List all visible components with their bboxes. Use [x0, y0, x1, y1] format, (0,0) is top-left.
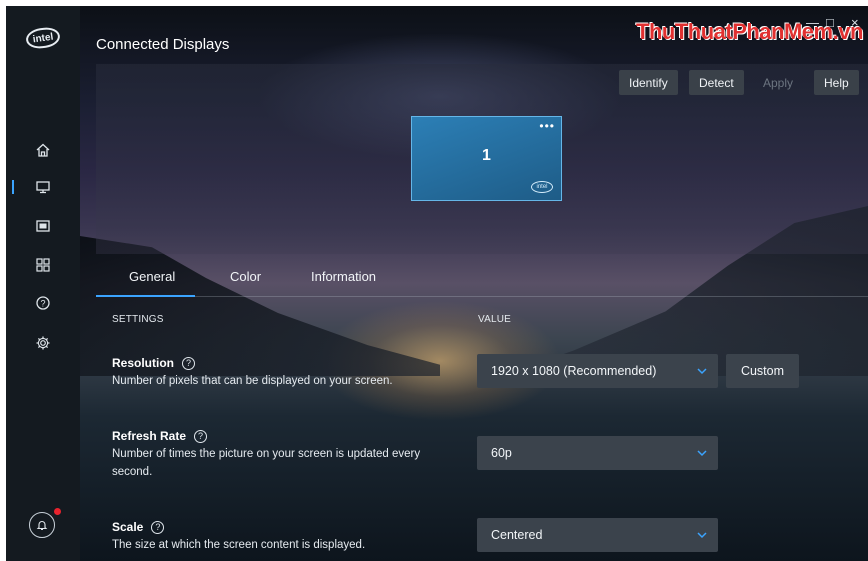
detect-button[interactable]: Detect	[689, 70, 744, 95]
refresh-rate-dropdown[interactable]: 60p	[477, 436, 718, 470]
chevron-down-icon	[697, 532, 707, 539]
minimize-button[interactable]: —	[806, 15, 819, 30]
help-circle-icon: ?	[36, 296, 50, 310]
refresh-rate-description: Number of times the picture on your scre…	[112, 448, 421, 478]
maximize-button[interactable]: □	[826, 15, 834, 30]
help-icon[interactable]: ?	[182, 356, 195, 370]
tab-general[interactable]: General	[129, 269, 175, 284]
value-column-header: VALUE	[478, 314, 512, 325]
help-icon[interactable]: ?	[194, 429, 208, 443]
notification-badge	[54, 508, 61, 515]
active-indicator	[12, 180, 14, 194]
display-arrangement-panel: Identify Detect Apply Help ••• 1 intel	[96, 64, 868, 254]
home-icon	[36, 143, 50, 157]
resolution-label: Resolution	[112, 356, 174, 370]
resolution-title: Resolution ?	[112, 356, 195, 370]
nav-video[interactable]	[33, 216, 53, 236]
intel-logo-small: intel	[531, 181, 553, 193]
nav-apps[interactable]	[33, 255, 53, 275]
tab-bar: General Color Information	[96, 264, 868, 297]
refresh-rate-label: Refresh Rate	[112, 429, 187, 443]
nav-display[interactable]	[33, 177, 53, 197]
resolution-description: Number of pixels that can be displayed o…	[112, 375, 393, 387]
intel-logo: intel	[24, 25, 62, 51]
nav-home[interactable]	[33, 140, 53, 160]
tab-color[interactable]: Color	[230, 269, 261, 284]
scale-description: The size at which the screen content is …	[112, 539, 366, 551]
scale-label: Scale	[112, 520, 144, 534]
svg-text:?: ?	[40, 298, 45, 308]
display-number: 1	[482, 147, 491, 164]
refresh-rate-title: Refresh Rate ?	[112, 429, 208, 443]
custom-resolution-button[interactable]: Custom	[726, 354, 799, 388]
notifications-button[interactable]	[29, 512, 55, 538]
display-menu-icon[interactable]: •••	[539, 119, 555, 133]
chevron-down-icon	[697, 450, 707, 457]
chevron-down-icon	[697, 368, 707, 375]
nav-help[interactable]: ?	[33, 293, 53, 313]
sidebar: intel ?	[6, 6, 81, 561]
settings-column-header: SETTINGS	[112, 314, 164, 325]
monitor-icon	[36, 181, 50, 194]
resolution-dropdown[interactable]: 1920 x 1080 (Recommended)	[477, 354, 718, 388]
gear-icon	[36, 336, 50, 350]
main-area: Connected Displays Identify Detect Apply…	[80, 6, 868, 561]
tab-information[interactable]: Information	[311, 269, 376, 284]
bell-icon	[36, 521, 48, 531]
scale-title: Scale ?	[112, 520, 165, 534]
scale-value: Centered	[491, 528, 543, 542]
apply-button[interactable]: Apply	[753, 70, 803, 95]
resolution-value: 1920 x 1080 (Recommended)	[491, 364, 657, 378]
help-button[interactable]: Help	[814, 70, 859, 95]
identify-button[interactable]: Identify	[619, 70, 678, 95]
apps-grid-icon	[36, 258, 50, 272]
close-button[interactable]: ×	[851, 15, 859, 30]
nav-settings[interactable]	[33, 333, 53, 353]
app-window: intel ? Connected Displays Identify Dete…	[6, 6, 868, 561]
scale-dropdown[interactable]: Centered	[477, 518, 718, 552]
refresh-rate-value: 60p	[491, 446, 512, 460]
active-tab-indicator	[96, 295, 195, 297]
display-tile-1[interactable]: ••• 1 intel	[411, 116, 562, 201]
help-icon[interactable]: ?	[151, 520, 165, 534]
page-title: Connected Displays	[96, 36, 230, 53]
video-icon	[36, 220, 50, 232]
